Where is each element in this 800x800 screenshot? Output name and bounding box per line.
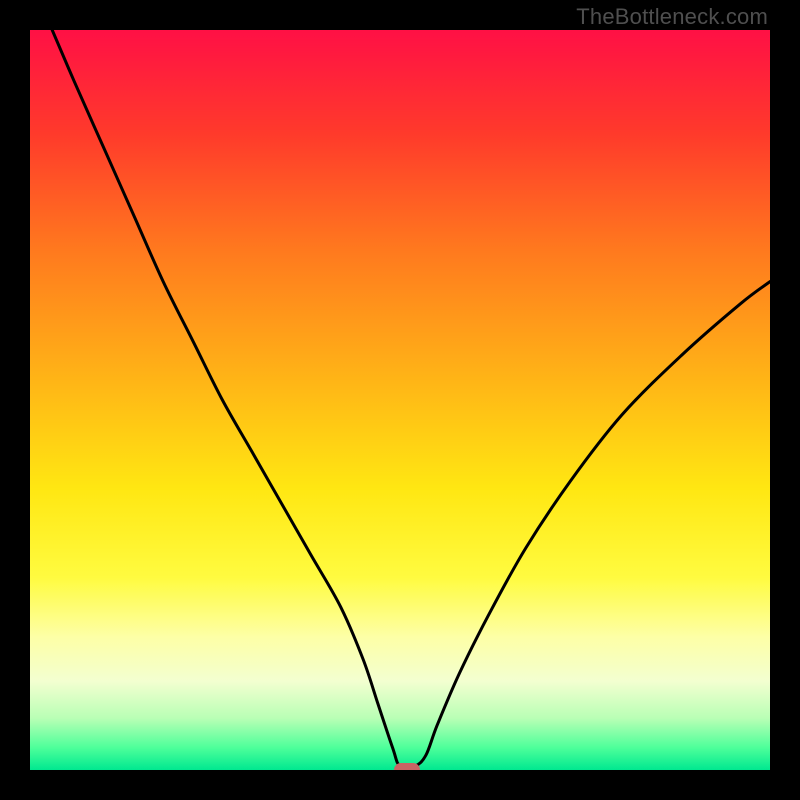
watermark-text: TheBottleneck.com (576, 4, 768, 30)
chart-frame: TheBottleneck.com (0, 0, 800, 800)
optimal-point-marker (394, 763, 420, 770)
bottleneck-curve (30, 30, 770, 770)
plot-area (30, 30, 770, 770)
